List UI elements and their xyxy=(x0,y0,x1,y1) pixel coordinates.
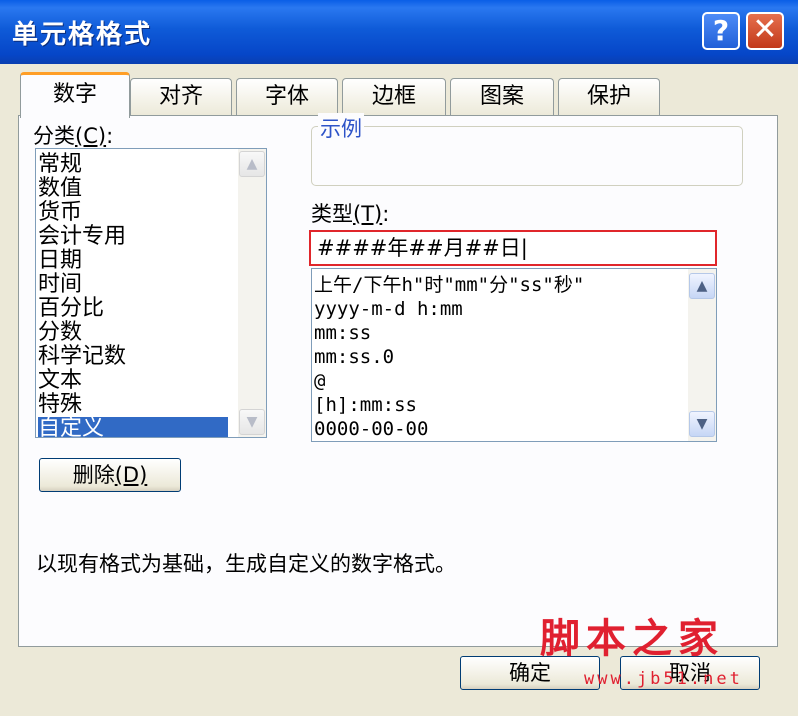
tab-protection[interactable]: 保护 xyxy=(558,78,660,116)
tab-font[interactable]: 字体 xyxy=(236,78,338,116)
description-text: 以现有格式为基础，生成自定义的数字格式。 xyxy=(36,552,456,576)
tab-border[interactable]: 边框 xyxy=(342,78,446,116)
sample-label: 示例 xyxy=(318,113,364,143)
list-item[interactable]: 常规 xyxy=(38,153,82,177)
list-item[interactable]: 会计专用 xyxy=(38,225,126,249)
list-item[interactable]: 数值 xyxy=(38,177,82,201)
list-item-selected[interactable]: 自定义 xyxy=(38,417,228,437)
delete-button[interactable]: 删除(D) xyxy=(39,458,181,492)
tab-alignment[interactable]: 对齐 xyxy=(130,78,232,116)
list-item[interactable]: mm:ss xyxy=(314,321,371,345)
help-button[interactable]: ? xyxy=(702,12,740,50)
category-scrollbar[interactable]: ▲ ▼ xyxy=(238,149,266,437)
category-label: 分类(C): xyxy=(33,124,114,148)
category-list[interactable]: 常规 数值 货币 会计专用 日期 时间 百分比 分数 科学记数 文本 特殊 自定… xyxy=(35,148,267,438)
type-label: 类型(T): xyxy=(311,202,390,226)
window-title: 单元格格式 xyxy=(12,20,153,50)
list-item[interactable]: yyyy-m-d h:mm xyxy=(314,297,463,321)
watermark-logo: 脚本之家 xyxy=(540,616,724,662)
list-item[interactable]: 分数 xyxy=(38,321,82,345)
tab-patterns[interactable]: 图案 xyxy=(450,78,554,116)
list-item[interactable]: 0000-00-00 xyxy=(314,417,428,441)
type-input[interactable]: ####年##月##日| xyxy=(309,230,717,266)
title-bar: 单元格格式 ? ✕ xyxy=(0,0,798,64)
list-item[interactable]: mm:ss.0 xyxy=(314,345,394,369)
scroll-up-icon[interactable]: ▲ xyxy=(239,151,265,177)
list-item[interactable]: 时间 xyxy=(38,273,82,297)
list-item[interactable]: @ xyxy=(314,369,325,393)
tab-number[interactable]: 数字 xyxy=(20,72,130,118)
scroll-down-icon[interactable]: ▼ xyxy=(689,411,715,437)
list-item[interactable]: 特殊 xyxy=(38,393,82,417)
scroll-down-icon[interactable]: ▼ xyxy=(239,409,265,435)
close-button[interactable]: ✕ xyxy=(746,12,784,50)
scroll-up-icon[interactable]: ▲ xyxy=(689,273,715,299)
sample-group: 示例 xyxy=(311,113,743,186)
close-icon: ✕ xyxy=(752,12,778,47)
list-item[interactable]: 科学记数 xyxy=(38,345,126,369)
watermark-url: www.jb51.net xyxy=(584,669,743,689)
type-scrollbar[interactable]: ▲ ▼ xyxy=(688,269,716,441)
list-item[interactable]: 货币 xyxy=(38,201,82,225)
list-item[interactable]: [h]:mm:ss xyxy=(314,393,417,417)
list-item[interactable]: 日期 xyxy=(38,249,82,273)
list-item[interactable]: 百分比 xyxy=(38,297,104,321)
help-icon: ? xyxy=(712,14,730,47)
type-list[interactable]: 上午/下午h"时"mm"分"ss"秒" yyyy-m-d h:mm mm:ss … xyxy=(311,268,717,442)
list-item[interactable]: 上午/下午h"时"mm"分"ss"秒" xyxy=(314,273,584,297)
list-item[interactable]: 文本 xyxy=(38,369,82,393)
